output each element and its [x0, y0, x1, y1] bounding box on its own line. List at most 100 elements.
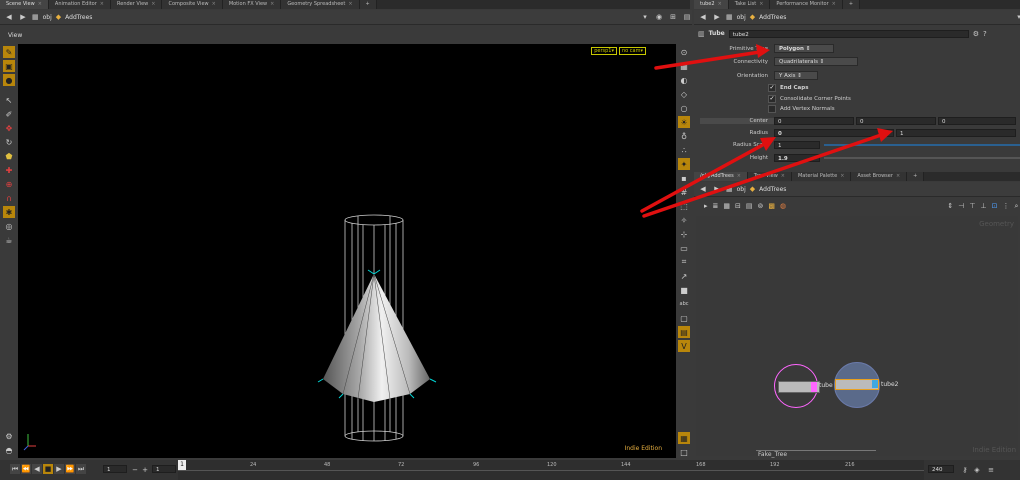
frame-decrement-icon[interactable]: − [130, 465, 140, 475]
display-options-icon[interactable]: ▦ [678, 60, 690, 72]
forward-icon[interactable]: ▶ [712, 12, 722, 22]
tube2-node[interactable] [835, 379, 879, 390]
particle-icon[interactable]: ⊹ [678, 228, 690, 240]
tab-take-list[interactable]: Take List × [728, 0, 771, 9]
snap-icon[interactable]: ✱ [3, 206, 15, 218]
radius-1-field[interactable]: 1 [896, 128, 1016, 137]
timeline-ruler[interactable]: 1 24 48 72 96 120 144 168 192 216 [178, 460, 924, 480]
pointer-icon[interactable]: ↖ [3, 94, 15, 106]
consolidate-checkbox[interactable]: ✓ [768, 95, 776, 103]
ghost-icon[interactable]: ○ [678, 102, 690, 114]
grid-icon[interactable]: ⊤ [969, 201, 975, 211]
connectivity-menu[interactable]: Quadrilaterals ⇕ [774, 57, 858, 66]
render-region-icon[interactable]: ▤ [678, 326, 690, 338]
primitive-type-menu[interactable]: Polygon ⇕ [774, 44, 834, 53]
breadcrumb-context[interactable]: obj [43, 14, 52, 21]
tab-asset-browser[interactable]: Asset Browser × [851, 172, 908, 181]
forward-icon[interactable]: ▶ [712, 184, 722, 194]
vector-icon[interactable]: ↗ [678, 270, 690, 282]
crop-icon[interactable]: ⌗ [678, 256, 690, 268]
tab-tree-view[interactable]: Tree View × [747, 172, 792, 181]
play-reverse-icon[interactable]: ◀ [32, 464, 42, 474]
options-icon[interactable]: ▤ [682, 12, 692, 22]
handle-icon[interactable]: ✚ [3, 164, 15, 176]
light-display-icon[interactable]: ☀ [678, 116, 690, 128]
step-back-icon[interactable]: ⏪ [21, 464, 31, 474]
play-icon[interactable]: ▶ [54, 464, 64, 474]
list-icon[interactable]: ≣ [713, 201, 719, 211]
shading-icon[interactable]: ◐ [678, 74, 690, 86]
add-icon[interactable]: ▸ [704, 201, 708, 211]
snap-icon[interactable]: ⊣ [958, 201, 964, 211]
camera-icon[interactable]: ◓ [3, 444, 15, 456]
vertex-normals-checkbox[interactable] [768, 105, 776, 113]
height-slider[interactable] [824, 156, 1020, 159]
node-name-field[interactable]: tube2 [728, 29, 969, 38]
forward-icon[interactable]: ▶ [18, 12, 28, 22]
geometry-mode-icon[interactable]: ● [3, 74, 15, 86]
light-icon[interactable]: ☕ [3, 234, 15, 246]
orientation-menu[interactable]: Y Axis ⇕ [774, 71, 818, 80]
light-bulb-icon[interactable]: ✧ [678, 214, 690, 226]
tab-performance-monitor[interactable]: Performance Monitor × [770, 0, 843, 9]
tab-parameters[interactable]: tube2 × [694, 0, 729, 9]
single-view-icon[interactable]: □ [678, 446, 690, 458]
brush-icon[interactable]: ✐ [3, 108, 15, 120]
tree-icon[interactable]: ⊟ [735, 201, 741, 211]
tab-network-editor[interactable]: /obj/AddTrees × [694, 172, 748, 181]
pin-icon[interactable]: ▾ [640, 12, 650, 22]
tab-material-palette[interactable]: Material Palette × [791, 172, 852, 181]
text-icon[interactable]: abc [678, 298, 690, 310]
align-icon[interactable]: ⇕ [947, 201, 953, 211]
end-caps-checkbox[interactable]: ✓ [768, 84, 776, 92]
start-frame-field[interactable]: 1 [152, 465, 176, 473]
breadcrumb-context[interactable]: obj [737, 186, 746, 193]
gear-icon[interactable]: ⚙ [973, 29, 979, 39]
selection-icon[interactable]: ⊡ [992, 201, 998, 211]
search-icon[interactable]: ⌕ [1014, 201, 1018, 211]
grid-icon[interactable]: # [678, 186, 690, 198]
end-frame-field[interactable]: 240 [928, 465, 954, 473]
bbox-icon[interactable]: ▢ [678, 312, 690, 324]
sticky-note-icon[interactable]: ▩ [768, 201, 775, 211]
scale-icon[interactable]: ⬟ [3, 150, 15, 162]
add-tab-button[interactable]: + [842, 0, 861, 9]
node-template-flag[interactable] [811, 382, 817, 392]
help-icon[interactable]: ? [983, 29, 987, 39]
channel-icon[interactable]: ≡ [986, 465, 996, 475]
center-x-field[interactable]: 0 [774, 116, 854, 125]
view-mode-icon[interactable]: ◉ [654, 12, 664, 22]
center-z-field[interactable]: 0 [938, 116, 1016, 125]
lamp-icon[interactable]: ♁ [678, 130, 690, 142]
key-icon[interactable]: ⚷ [960, 465, 970, 475]
stop-icon[interactable]: ■ [43, 464, 53, 474]
add-tab-button[interactable]: + [359, 0, 377, 9]
rotate-icon[interactable]: ↻ [3, 136, 15, 148]
current-frame-field[interactable]: 1 [103, 465, 127, 473]
jump-start-icon[interactable]: ⏮ [10, 464, 20, 474]
node-display-flag[interactable] [872, 380, 878, 388]
camera-frame-icon[interactable]: ▭ [678, 242, 690, 254]
add-tab-button[interactable]: + [907, 172, 925, 181]
record-icon[interactable]: ⚙ [3, 430, 15, 442]
network-box-icon[interactable]: ⊚ [758, 201, 764, 211]
palette-icon[interactable]: ◍ [780, 201, 786, 211]
tab-render-view[interactable]: Render View × [111, 0, 163, 9]
radius-scale-slider[interactable] [824, 143, 1020, 146]
playhead[interactable]: 1 [178, 460, 186, 470]
auto-key-icon[interactable]: ◈ [972, 465, 982, 475]
breadcrumb-node[interactable]: AddTrees [65, 14, 92, 21]
breadcrumb-node[interactable]: AddTrees [759, 14, 786, 21]
back-icon[interactable]: ◀ [698, 12, 708, 22]
wireframe-icon[interactable]: ◇ [678, 88, 690, 100]
move-icon[interactable]: ✥ [3, 122, 15, 134]
tab-motion-fx-view[interactable]: Motion FX View × [222, 0, 282, 9]
link-icon[interactable]: ⊞ [668, 12, 678, 22]
tube-node[interactable] [778, 381, 820, 393]
jump-end-icon[interactable]: ⏭ [76, 464, 86, 474]
center-y-field[interactable]: 0 [856, 116, 936, 125]
pin-icon[interactable]: ▾ [1014, 12, 1020, 22]
back-icon[interactable]: ◀ [4, 12, 14, 22]
quad-view-icon[interactable]: ▦ [678, 432, 690, 444]
uv-display-icon[interactable]: ▪ [678, 172, 690, 184]
